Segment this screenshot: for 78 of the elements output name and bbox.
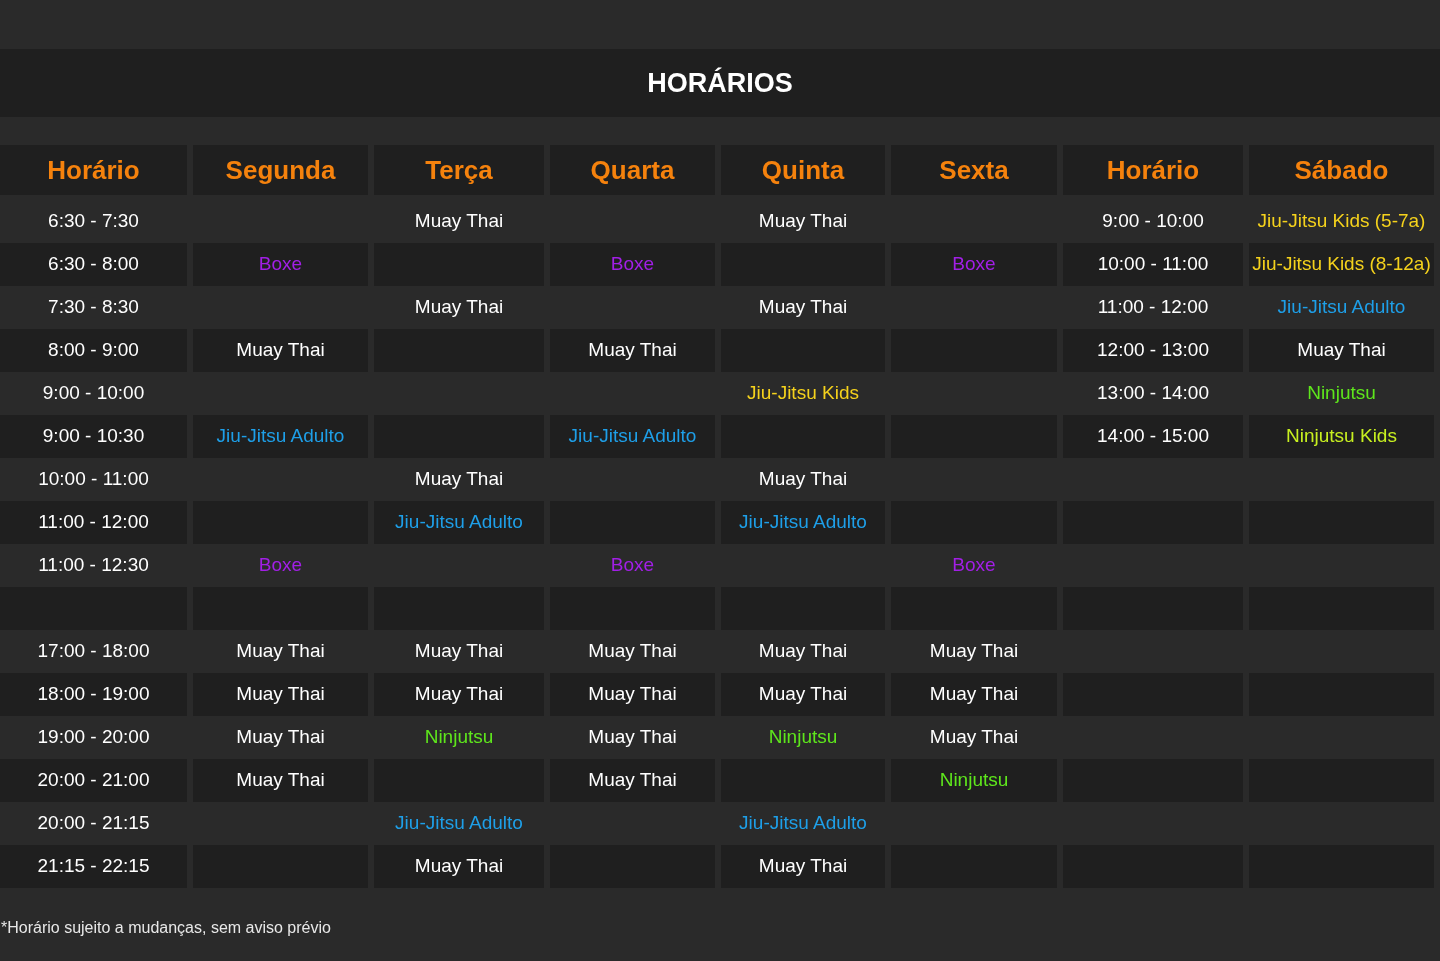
class-name: Muay Thai — [929, 725, 1019, 750]
class-name: Muay Thai — [414, 295, 504, 320]
class-name: Muay Thai — [414, 682, 504, 707]
time-slot: 11:00 - 12:00 — [1097, 293, 1209, 322]
class-name: Ninjutsu — [768, 725, 838, 750]
class-name: Muay Thai — [236, 682, 325, 707]
class-name: Muay Thai — [588, 682, 677, 707]
class-name: Ninjutsu Kids — [1286, 424, 1397, 449]
class-name: Muay Thai — [1297, 338, 1386, 363]
class-name: Boxe — [610, 252, 655, 277]
time-slot: 9:00 - 10:30 — [42, 422, 145, 451]
class-name: Boxe — [610, 553, 655, 578]
time-slot: 10:00 - 11:00 — [38, 465, 149, 494]
class-name: Muay Thai — [414, 854, 504, 879]
class-name: Muay Thai — [588, 768, 677, 793]
column-header: Horário — [0, 145, 187, 195]
class-name: Muay Thai — [414, 467, 504, 492]
class-name: Muay Thai — [758, 854, 848, 879]
class-name: Muay Thai — [758, 639, 848, 664]
class-name: Jiu-Jitsu Adulto — [395, 510, 523, 535]
time-slot: 6:30 - 7:30 — [48, 207, 139, 236]
time-slot: 7:30 - 8:30 — [48, 293, 139, 322]
class-name: Muay Thai — [929, 682, 1019, 707]
column-header: Quinta — [721, 145, 885, 195]
column-header: Horário — [1063, 145, 1243, 195]
class-name: Muay Thai — [758, 467, 848, 492]
time-slot: 8:00 - 9:00 — [48, 336, 139, 365]
class-name: Boxe — [258, 252, 303, 277]
time-slot: 17:00 - 18:00 — [37, 637, 150, 666]
column-header: Segunda — [193, 145, 368, 195]
class-name: Jiu-Jitsu Adulto — [568, 424, 697, 449]
class-name: Jiu-Jitsu Kids (5-7a) — [1257, 209, 1426, 234]
class-name: Muay Thai — [414, 209, 504, 234]
class-name: Muay Thai — [236, 639, 325, 664]
class-name: Muay Thai — [236, 338, 325, 363]
time-slot: 21:15 - 22:15 — [37, 852, 150, 881]
class-name: Jiu-Jitsu Adulto — [739, 811, 867, 836]
class-name: Muay Thai — [758, 682, 848, 707]
class-name: Muay Thai — [588, 639, 677, 664]
column-header: Terça — [374, 145, 544, 195]
time-slot: 12:00 - 13:00 — [1097, 336, 1209, 365]
footnote: *Horário sujeito a mudanças, sem aviso prévio — [1, 918, 332, 938]
time-slot: 6:30 - 8:00 — [48, 250, 139, 279]
time-slot: 20:00 - 21:00 — [37, 766, 150, 795]
class-name: Jiu-Jitsu Adulto — [216, 424, 345, 449]
time-slot: 9:00 - 10:00 — [1102, 207, 1204, 236]
class-name: Boxe — [952, 252, 996, 277]
time-slot: 14:00 - 15:00 — [1097, 422, 1209, 451]
class-name: Boxe — [952, 553, 996, 578]
class-name: Muay Thai — [588, 338, 677, 363]
class-name: Jiu-Jitsu Kids (8-12a) — [1252, 252, 1431, 277]
class-name: Jiu-Jitsu Adulto — [1277, 295, 1406, 320]
time-slot: 11:00 - 12:30 — [38, 551, 149, 580]
page-title: HORÁRIOS — [647, 66, 793, 100]
time-slot: 11:00 - 12:00 — [38, 508, 149, 537]
class-name: Ninjutsu — [424, 725, 494, 750]
class-name: Jiu-Jitsu Adulto — [395, 811, 523, 836]
class-name: Muay Thai — [929, 639, 1019, 664]
class-name: Ninjutsu — [939, 768, 1009, 793]
time-slot: 19:00 - 20:00 — [37, 723, 150, 752]
class-name: Muay Thai — [758, 209, 848, 234]
class-name: Muay Thai — [588, 725, 677, 750]
class-name: Jiu-Jitsu Adulto — [739, 510, 867, 535]
time-slot: 13:00 - 14:00 — [1097, 379, 1209, 408]
column-header: Sábado — [1249, 145, 1434, 195]
time-slot: 9:00 - 10:00 — [42, 379, 145, 408]
column-header: Sexta — [891, 145, 1057, 195]
class-name: Muay Thai — [414, 639, 504, 664]
time-slot: 10:00 - 11:00 — [1097, 250, 1209, 279]
class-name: Ninjutsu — [1307, 381, 1376, 406]
class-name: Muay Thai — [236, 768, 325, 793]
class-name: Muay Thai — [758, 295, 848, 320]
class-name: Jiu-Jitsu Kids — [747, 381, 859, 406]
class-name: Muay Thai — [236, 725, 325, 750]
time-slot: 18:00 - 19:00 — [37, 680, 150, 709]
column-header: Quarta — [550, 145, 715, 195]
class-name: Boxe — [258, 553, 303, 578]
time-slot: 20:00 - 21:15 — [37, 809, 150, 838]
